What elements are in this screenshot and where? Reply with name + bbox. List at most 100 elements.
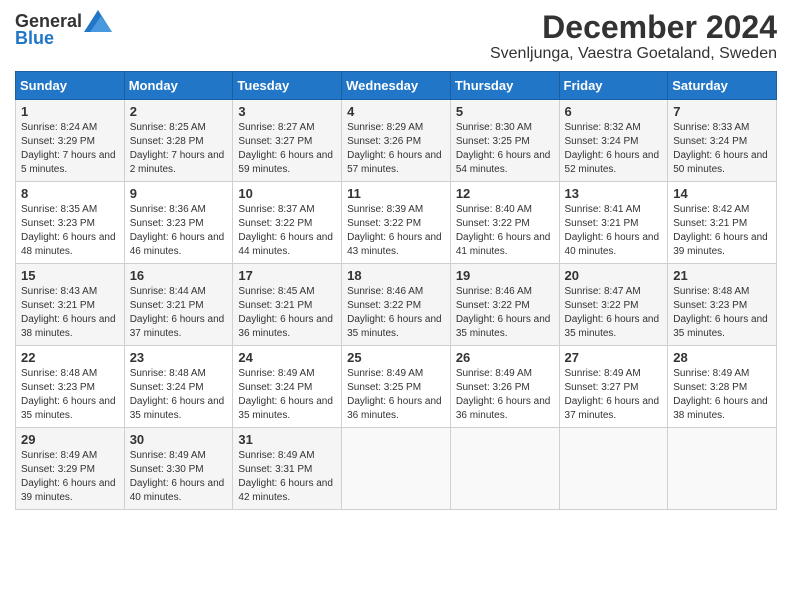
calendar-day-20: 20 Sunrise: 8:47 AMSunset: 3:22 PMDayligh… <box>559 264 668 346</box>
daylight-text: Daylight: 6 hours and 36 minutes. <box>456 395 554 423</box>
col-header-sunday: Sunday <box>16 72 125 100</box>
calendar-day-21: 21Sunrise: 8:48 AMSunset: 3:23 PMDayligh… <box>668 264 777 346</box>
day-info: Sunrise: 8:48 AMSunset: 3:24 PMDaylight:… <box>130 367 228 423</box>
day-info: Sunrise: 8:33 AMSunset: 3:24 PMDaylight:… <box>673 121 771 177</box>
sunrise-text: Sunrise: 8:36 AM <box>130 203 228 217</box>
day-info: Sunrise: 8:39 AMSunset: 3:22 PMDaylight:… <box>347 203 445 259</box>
day-number: 24 <box>238 350 336 365</box>
day-info: Sunrise: 8:43 AMSunset: 3:21 PMDaylight:… <box>21 285 119 341</box>
daylight-text: Daylight: 6 hours and 35 minutes. <box>130 395 228 423</box>
sunset-text: Sunset: 3:27 PM <box>565 381 663 395</box>
daylight-text: Daylight: 6 hours and 52 minutes. <box>565 149 663 177</box>
calendar-day-11: 11 Sunrise: 8:39 AMSunset: 3:22 PMDayligh… <box>342 182 451 264</box>
daylight-text: Daylight: 6 hours and 35 minutes. <box>565 313 663 341</box>
calendar-day-16: 16Sunrise: 8:44 AMSunset: 3:21 PMDayligh… <box>124 264 233 346</box>
sunset-text: Sunset: 3:28 PM <box>673 381 771 395</box>
day-number: 11 <box>347 186 445 201</box>
day-number: 12 <box>456 186 554 201</box>
day-number: 20 <box>565 268 663 283</box>
day-info: Sunrise: 8:41 AMSunset: 3:21 PMDaylight:… <box>565 203 663 259</box>
day-number: 1 <box>21 104 119 119</box>
day-number: 13 <box>565 186 663 201</box>
sunrise-text: Sunrise: 8:46 AM <box>456 285 554 299</box>
calendar-week-4: 22Sunrise: 8:48 AMSunset: 3:23 PMDayligh… <box>16 346 777 428</box>
daylight-text: Daylight: 6 hours and 38 minutes. <box>21 313 119 341</box>
sunset-text: Sunset: 3:24 PM <box>238 381 336 395</box>
sunrise-text: Sunrise: 8:24 AM <box>21 121 119 135</box>
daylight-text: Daylight: 6 hours and 50 minutes. <box>673 149 771 177</box>
calendar-day-9: 9Sunrise: 8:36 AMSunset: 3:23 PMDaylight… <box>124 182 233 264</box>
sunrise-text: Sunrise: 8:49 AM <box>456 367 554 381</box>
daylight-text: Daylight: 6 hours and 54 minutes. <box>456 149 554 177</box>
sunrise-text: Sunrise: 8:41 AM <box>565 203 663 217</box>
sunset-text: Sunset: 3:24 PM <box>565 135 663 149</box>
day-number: 25 <box>347 350 445 365</box>
day-info: Sunrise: 8:30 AMSunset: 3:25 PMDaylight:… <box>456 121 554 177</box>
sunrise-text: Sunrise: 8:49 AM <box>238 449 336 463</box>
day-info: Sunrise: 8:46 AMSunset: 3:22 PMDaylight:… <box>347 285 445 341</box>
calendar-day-19: 19Sunrise: 8:46 AMSunset: 3:22 PMDayligh… <box>450 264 559 346</box>
calendar-day-10: 10Sunrise: 8:37 AMSunset: 3:22 PMDayligh… <box>233 182 342 264</box>
day-info: Sunrise: 8:49 AMSunset: 3:28 PMDaylight:… <box>673 367 771 423</box>
daylight-text: Daylight: 6 hours and 40 minutes. <box>130 477 228 505</box>
calendar-week-2: 8Sunrise: 8:35 AMSunset: 3:23 PMDaylight… <box>16 182 777 264</box>
calendar-day-1: 1Sunrise: 8:24 AMSunset: 3:29 PMDaylight… <box>16 100 125 182</box>
day-number: 6 <box>565 104 663 119</box>
sunset-text: Sunset: 3:23 PM <box>21 217 119 231</box>
daylight-text: Daylight: 6 hours and 42 minutes. <box>238 477 336 505</box>
day-info: Sunrise: 8:25 AMSunset: 3:28 PMDaylight:… <box>130 121 228 177</box>
sunrise-text: Sunrise: 8:44 AM <box>130 285 228 299</box>
sunset-text: Sunset: 3:21 PM <box>565 217 663 231</box>
sunrise-text: Sunrise: 8:48 AM <box>673 285 771 299</box>
sunrise-text: Sunrise: 8:43 AM <box>21 285 119 299</box>
sunset-text: Sunset: 3:23 PM <box>21 381 119 395</box>
sunset-text: Sunset: 3:25 PM <box>347 381 445 395</box>
calendar-week-5: 29 Sunrise: 8:49 AM Sunset: 3:29 PM Dayligh… <box>16 428 777 510</box>
logo-icon <box>84 10 112 32</box>
day-info: Sunrise: 8:36 AMSunset: 3:23 PMDaylight:… <box>130 203 228 259</box>
col-header-saturday: Saturday <box>668 72 777 100</box>
day-info: Sunrise: 8:49 AMSunset: 3:30 PMDaylight:… <box>130 449 228 505</box>
calendar-day-27: 27Sunrise: 8:49 AMSunset: 3:27 PMDayligh… <box>559 346 668 428</box>
day-info: Sunrise: 8:42 AMSunset: 3:21 PMDaylight:… <box>673 203 771 259</box>
daylight-text: Daylight: 6 hours and 46 minutes. <box>130 231 228 259</box>
day-info: Sunrise: 8:49 AMSunset: 3:31 PMDaylight:… <box>238 449 336 505</box>
day-info: Sunrise: 8:35 AMSunset: 3:23 PMDaylight:… <box>21 203 119 259</box>
day-number: 29 <box>21 432 119 447</box>
sunset-text: Sunset: 3:22 PM <box>238 217 336 231</box>
subtitle: Svenljunga, Vaestra Goetaland, Sweden <box>490 45 777 63</box>
sunrise-text: Sunrise: 8:49 AM <box>673 367 771 381</box>
day-number: 2 <box>130 104 228 119</box>
sunrise-text: Sunrise: 8:35 AM <box>21 203 119 217</box>
day-number: 28 <box>673 350 771 365</box>
day-info: Sunrise: 8:49 AMSunset: 3:24 PMDaylight:… <box>238 367 336 423</box>
day-number: 4 <box>347 104 445 119</box>
sunrise-text: Sunrise: 8:49 AM <box>238 367 336 381</box>
daylight-text: Daylight: 6 hours and 41 minutes. <box>456 231 554 259</box>
logo-area: General Blue <box>15 10 112 49</box>
daylight-text: Daylight: 6 hours and 59 minutes. <box>238 149 336 177</box>
day-info: Sunrise: 8:40 AMSunset: 3:22 PMDaylight:… <box>456 203 554 259</box>
sunset-text: Sunset: 3:21 PM <box>130 299 228 313</box>
sunrise-text: Sunrise: 8:29 AM <box>347 121 445 135</box>
sunset-text: Sunset: 3:30 PM <box>130 463 228 477</box>
page-header: General Blue December 2024 Svenljunga, V… <box>15 10 777 63</box>
day-number: 27 <box>565 350 663 365</box>
day-info: Sunrise: 8:47 AMSunset: 3:22 PMDaylight:… <box>565 285 663 341</box>
daylight-text: Daylight: 6 hours and 39 minutes. <box>673 231 771 259</box>
daylight-text: Daylight: 6 hours and 35 minutes. <box>456 313 554 341</box>
title-area: December 2024 Svenljunga, Vaestra Goetal… <box>490 10 777 63</box>
day-number: 30 <box>130 432 228 447</box>
calendar-day-12: 12 Sunrise: 8:40 AMSunset: 3:22 PMDayligh… <box>450 182 559 264</box>
sunset-text: Sunset: 3:28 PM <box>130 135 228 149</box>
daylight-text: Daylight: 7 hours and 5 minutes. <box>21 149 119 177</box>
calendar-day-29: 29Sunrise: 8:49 AMSunset: 3:29 PMDayligh… <box>16 428 125 510</box>
sunrise-text: Sunrise: 8:39 AM <box>347 203 445 217</box>
daylight-text: Daylight: 6 hours and 43 minutes. <box>347 231 445 259</box>
sunset-text: Sunset: 3:31 PM <box>238 463 336 477</box>
daylight-text: Daylight: 7 hours and 2 minutes. <box>130 149 228 177</box>
sunset-text: Sunset: 3:29 PM <box>21 463 119 477</box>
daylight-text: Daylight: 6 hours and 36 minutes. <box>347 395 445 423</box>
daylight-text: Daylight: 6 hours and 35 minutes. <box>21 395 119 423</box>
sunrise-text: Sunrise: 8:42 AM <box>673 203 771 217</box>
